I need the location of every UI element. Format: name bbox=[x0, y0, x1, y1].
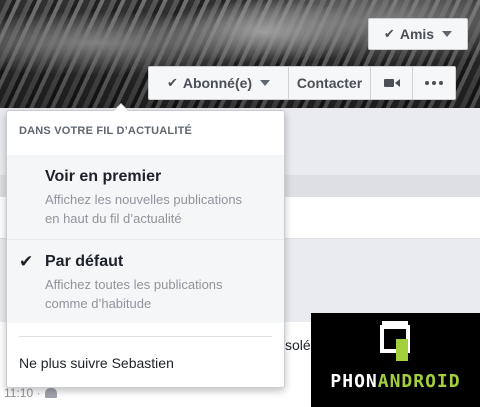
friends-button[interactable]: ✔ Amis bbox=[368, 18, 468, 50]
watermark-text-part: PHON bbox=[330, 371, 378, 392]
option-description-line: en haut du fil d’actualité bbox=[45, 211, 182, 226]
dropdown-header: DANS VOTRE FIL D’ACTUALITÉ bbox=[19, 125, 193, 137]
post-text-fragment: solé bbox=[285, 337, 311, 353]
check-icon: ✔ bbox=[166, 75, 178, 90]
more-options-button[interactable] bbox=[413, 67, 455, 99]
watermark-text: PHONANDROID bbox=[311, 371, 480, 392]
option-title: Par défaut bbox=[45, 253, 124, 270]
caret-down-icon bbox=[442, 31, 453, 37]
phonandroid-watermark: PHONANDROID bbox=[311, 313, 480, 407]
option-description-line: comme d’habitude bbox=[45, 296, 152, 311]
option-default[interactable]: ✔ Par défaut Affichez toutes les publica… bbox=[7, 239, 284, 323]
option-description: Affichez les nouvelles publications en h… bbox=[45, 190, 275, 228]
message-button[interactable]: Contacter bbox=[289, 67, 371, 99]
following-button-label: Abonné(e) bbox=[182, 75, 253, 91]
video-call-button[interactable] bbox=[371, 67, 413, 99]
option-description-line: Affichez toutes les publications bbox=[45, 277, 223, 292]
timestamp-text: 11:10 · bbox=[4, 386, 41, 400]
check-icon: ✔ bbox=[383, 26, 395, 41]
android-logo-icon bbox=[380, 321, 410, 361]
selected-check-icon: ✔ bbox=[19, 252, 34, 271]
message-button-label: Contacter bbox=[296, 75, 363, 91]
more-dots-icon bbox=[425, 81, 443, 85]
menu-divider bbox=[19, 336, 272, 337]
following-button[interactable]: ✔ Abonné(e) bbox=[149, 67, 289, 99]
friends-audience-icon bbox=[45, 388, 58, 398]
option-see-first[interactable]: Voir en premier Affichez les nouvelles p… bbox=[7, 155, 284, 239]
option-description: Affichez toutes les publications comme d… bbox=[45, 275, 275, 313]
watermark-text-part: ANDROID bbox=[377, 371, 461, 392]
profile-actions: ✔ Abonné(e) Contacter bbox=[148, 66, 456, 100]
unfollow-option[interactable]: Ne plus suivre Sebastien bbox=[19, 355, 174, 371]
post-timestamp: 11:10 · bbox=[4, 386, 58, 400]
option-description-line: Affichez les nouvelles publications bbox=[45, 192, 243, 207]
caret-down-icon bbox=[260, 80, 271, 86]
video-camera-icon bbox=[383, 79, 400, 87]
follow-dropdown-menu: DANS VOTRE FIL D’ACTUALITÉ Voir en premi… bbox=[6, 103, 285, 388]
option-title: Voir en premier bbox=[45, 168, 162, 185]
friends-button-label: Amis bbox=[399, 26, 435, 42]
